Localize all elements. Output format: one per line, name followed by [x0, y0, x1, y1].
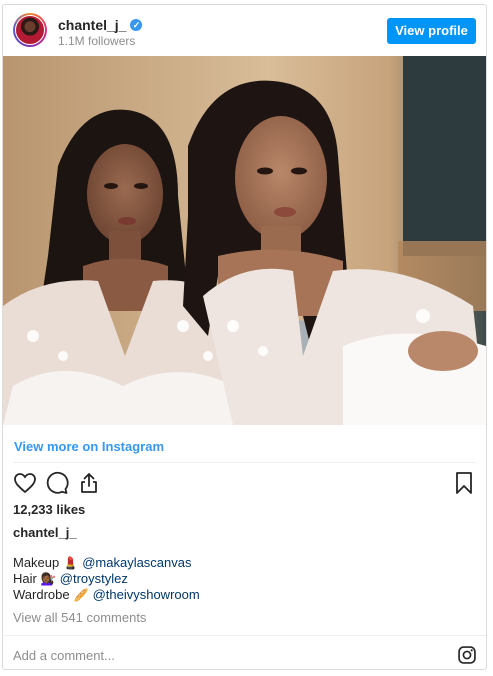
followers-count: 1.1M followers: [58, 34, 136, 48]
caption-line-hair: Hair 💇🏾‍♀️ @troystylez: [13, 571, 200, 587]
add-comment-input[interactable]: Add a comment...: [13, 648, 115, 663]
instagram-logo-icon[interactable]: [457, 645, 477, 665]
username-link[interactable]: chantel_j_: [58, 17, 126, 33]
caption-role: Makeup: [13, 555, 60, 570]
mention-link[interactable]: @theivyshowroom: [93, 587, 200, 603]
avatar[interactable]: [13, 13, 47, 47]
divider: [13, 462, 476, 463]
post-header: chantel_j_ ✓ 1.1M followers View profile: [3, 5, 486, 55]
caption-username[interactable]: chantel_j_: [13, 525, 77, 540]
caption-role: Wardrobe: [13, 587, 70, 602]
view-more-on-instagram-link[interactable]: View more on Instagram: [14, 439, 164, 454]
lipstick-emoji-icon: 💄: [63, 556, 79, 570]
caption-line-makeup: Makeup 💄 @makaylascanvas: [13, 555, 200, 571]
avatar-image: [15, 15, 45, 45]
caption-line-wardrobe: Wardrobe 🥖 @theivyshowroom: [13, 587, 200, 603]
heart-icon[interactable]: [13, 471, 37, 495]
divider: [3, 635, 486, 636]
caption: Makeup 💄 @makaylascanvas Hair 💇🏾‍♀️ @tro…: [13, 555, 200, 603]
baguette-emoji-icon: 🥖: [73, 588, 89, 602]
bookmark-icon[interactable]: [452, 471, 476, 495]
username-row: chantel_j_ ✓: [58, 17, 143, 33]
mention-link[interactable]: @troystylez: [60, 571, 128, 587]
mention-link[interactable]: @makaylascanvas: [82, 555, 191, 571]
action-bar: [3, 471, 486, 497]
share-icon[interactable]: [77, 471, 101, 495]
view-profile-button[interactable]: View profile: [387, 18, 476, 44]
likes-count[interactable]: 12,233 likes: [13, 502, 85, 517]
view-all-comments-link[interactable]: View all 541 comments: [13, 610, 146, 625]
comment-icon[interactable]: [45, 471, 69, 495]
caption-role: Hair: [13, 571, 37, 586]
instagram-embed-card: chantel_j_ ✓ 1.1M followers View profile: [2, 4, 487, 670]
haircut-emoji-icon: 💇🏾‍♀️: [40, 572, 56, 586]
post-photo-illustration: [3, 56, 486, 425]
verified-check-icon: ✓: [130, 19, 143, 31]
post-photo[interactable]: [3, 56, 486, 425]
